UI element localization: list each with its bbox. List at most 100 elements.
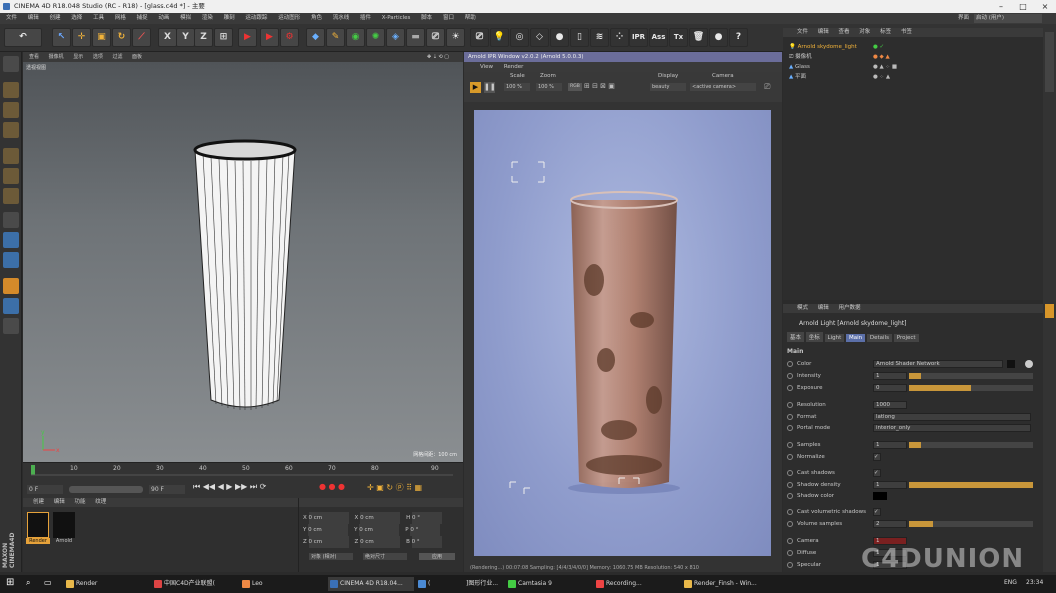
attr-menu-userdata[interactable]: 用户数据	[839, 305, 861, 311]
attr-tab-details[interactable]: Details	[866, 334, 892, 342]
coord-pos-z[interactable]: 0 cm	[308, 536, 349, 548]
select-icon[interactable]: ↖	[52, 28, 71, 47]
menu-select[interactable]: 选择	[71, 15, 82, 21]
playback-controls[interactable]: ⏮ ◀◀ ◀ ▶ ▶▶ ⏭ ⟳	[193, 482, 266, 492]
render-picture-viewer-icon[interactable]: ▶	[260, 28, 279, 47]
arnold-tx-icon[interactable]: Tx	[669, 28, 688, 47]
xp-icon[interactable]	[3, 318, 19, 334]
attr-color-value[interactable]: Arnold Shader Network	[873, 360, 1003, 368]
axis-mode-icon[interactable]	[3, 212, 19, 228]
task-render[interactable]: Render	[64, 577, 150, 591]
key-controls[interactable]: ✛ ▣ ↻ ⓟ ⠿ ▦	[367, 482, 422, 493]
samples-field[interactable]: 1	[873, 441, 907, 449]
menu-motion-tracking[interactable]: 运动跟踪	[245, 15, 267, 21]
ipr-play-icon[interactable]: ▶	[470, 82, 481, 93]
layer-icon[interactable]	[3, 298, 19, 314]
portal-mode-select[interactable]: interior_only	[873, 424, 1031, 432]
coord-rot-b[interactable]: 0 °	[411, 536, 442, 548]
obj-menu-bookmarks[interactable]: 书签	[901, 29, 912, 35]
ipr-snapshot-icon[interactable]: ⎚	[764, 82, 770, 92]
vp-menu-camera[interactable]: 摄像机	[49, 54, 64, 60]
menu-animate[interactable]: 动画	[158, 15, 169, 21]
obj-menu-object[interactable]: 对象	[859, 29, 870, 35]
cast-volumetric-checkbox[interactable]: ✓	[873, 508, 881, 516]
menu-mesh[interactable]: 网格	[115, 15, 126, 21]
ipr-zoom-field[interactable]: 100 %	[536, 83, 562, 91]
scale-icon[interactable]: ▣	[92, 28, 111, 47]
menu-help[interactable]: 帮助	[465, 15, 476, 21]
workplane-lock-icon[interactable]	[3, 278, 19, 294]
frame-range-slider[interactable]	[69, 486, 143, 493]
snap-icon[interactable]	[3, 252, 19, 268]
shadow-density-field[interactable]: 1	[873, 481, 907, 489]
y-axis-icon[interactable]: Y	[176, 28, 195, 47]
menu-file[interactable]: 文件	[6, 15, 17, 21]
coord-pos-y[interactable]: 0 cm	[308, 524, 349, 536]
cube-icon[interactable]: ◆	[306, 28, 325, 47]
menu-snap[interactable]: 捕捉	[137, 15, 148, 21]
ipr-display-select[interactable]: beauty	[650, 83, 686, 91]
arnold-file-icon[interactable]: ▯	[570, 28, 589, 47]
attr-tab-coord[interactable]: 坐标	[805, 332, 823, 342]
shader-link-icon[interactable]	[1025, 360, 1033, 368]
arnold-ipr-icon[interactable]: IPR	[629, 28, 648, 47]
arnold-skydome-icon[interactable]: ◎	[510, 28, 529, 47]
obj-menu-tags[interactable]: 标签	[880, 29, 891, 35]
viewport-canvas[interactable]: 透视视图 yx 网格间距：100 cm	[23, 62, 463, 462]
recent-tool-icon[interactable]: ⟋	[132, 28, 151, 47]
intensity-field[interactable]: 1	[873, 372, 907, 380]
resolution-field[interactable]: 1000	[873, 401, 907, 409]
coord-apply-button[interactable]: 应用	[419, 553, 455, 560]
arnold-help-icon[interactable]: ?	[729, 28, 748, 47]
deformer-icon[interactable]: ◈	[386, 28, 405, 47]
task-camtasia[interactable]: Camtasia 9	[506, 577, 592, 591]
move-icon[interactable]: ✛	[72, 28, 91, 47]
menu-character[interactable]: 角色	[311, 15, 322, 21]
layout-select[interactable]: 启动 (用户)	[974, 14, 1042, 23]
arnold-volume-icon[interactable]: ◇	[530, 28, 549, 47]
samples-slider[interactable]	[909, 442, 1033, 448]
task-browser[interactable]: 中国C4D产业联盟(	[152, 577, 238, 591]
menu-create[interactable]: 创建	[50, 15, 61, 21]
attr-tab-main[interactable]: Main	[846, 334, 866, 342]
windows-start-icon[interactable]: ⊞	[6, 577, 14, 588]
edges-mode-icon[interactable]	[3, 168, 19, 184]
ipr-view-icons[interactable]: ⊞ ⊟ ⊠ ▣	[584, 82, 615, 90]
material-arnold-swatch[interactable]	[53, 512, 75, 538]
menu-mograph[interactable]: 运动图形	[278, 15, 300, 21]
rotate-icon[interactable]: ↻	[112, 28, 131, 47]
side-tab-objects[interactable]	[1045, 32, 1054, 92]
arnold-trash-icon[interactable]: 🗑	[689, 28, 708, 47]
vp-menu-options[interactable]: 选项	[93, 54, 103, 60]
camera-icon[interactable]: ⎚	[426, 28, 445, 47]
close-button[interactable]: ×	[1034, 0, 1056, 13]
attr-tab-project[interactable]: Project	[893, 334, 919, 342]
cast-shadows-checkbox[interactable]: ✓	[873, 469, 881, 477]
pen-icon[interactable]: ✎	[326, 28, 345, 47]
coord-size-select[interactable]: 绝对尺寸	[363, 553, 407, 560]
attr-menu-edit[interactable]: 编辑	[818, 305, 829, 311]
format-select[interactable]: latlong	[873, 413, 1031, 421]
arnold-shader-icon[interactable]: ●	[550, 28, 569, 47]
coord-rot-p[interactable]: 0 °	[410, 524, 441, 536]
color-swatch[interactable]	[1007, 360, 1015, 368]
menu-plugins[interactable]: 插件	[360, 15, 371, 21]
perspective-viewport[interactable]: 查看 摄像机 显示 选项 过滤 面板 ✥ ⇣ ⟲ ▢ 透视视图 yx 网格间距：…	[23, 52, 463, 462]
task-render-finish[interactable]: Render_Finsh - Win...	[682, 577, 768, 591]
subdivision-icon[interactable]: ◉	[346, 28, 365, 47]
light-icon[interactable]: ☀	[446, 28, 465, 47]
task-leo[interactable]: Leo	[240, 577, 326, 591]
object-row-plane[interactable]: ▲ 平面 ● ⁘ ▲	[789, 73, 1039, 82]
mat-menu-create[interactable]: 创建	[33, 499, 44, 505]
ipr-menu-render[interactable]: Render	[504, 64, 524, 70]
ipr-camera-select[interactable]: <active camera>	[690, 83, 756, 91]
obj-menu-view[interactable]: 查看	[839, 29, 850, 35]
menu-sculpt[interactable]: 雕刻	[224, 15, 235, 21]
material-render-swatch[interactable]	[27, 512, 49, 538]
model-mode-icon[interactable]	[3, 82, 19, 98]
menu-render[interactable]: 渲染	[202, 15, 213, 21]
points-mode-icon[interactable]	[3, 148, 19, 164]
floor-icon[interactable]: ▬	[406, 28, 425, 47]
task-app[interactable]: (	[416, 577, 452, 591]
task-graphics[interactable]: ]图形行业...	[454, 577, 504, 591]
